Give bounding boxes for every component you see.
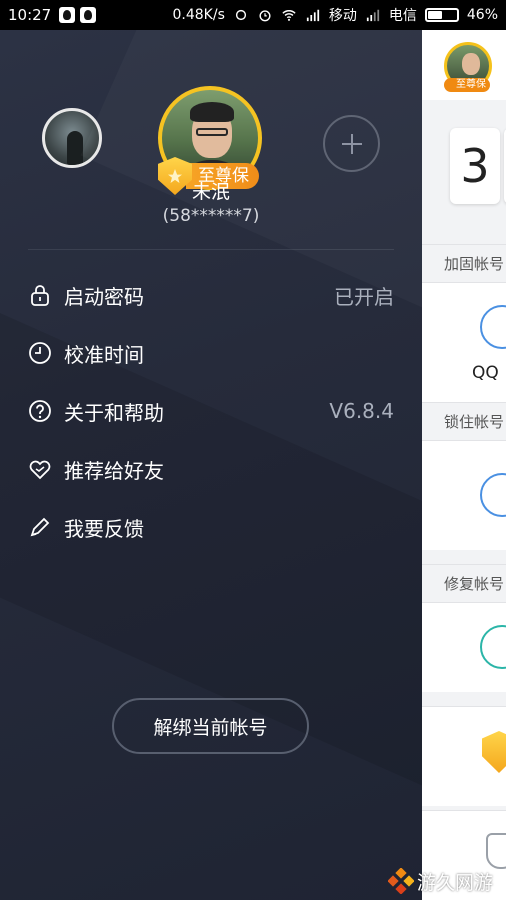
qq-notification-icon [80, 7, 97, 23]
battery-icon [424, 8, 459, 22]
key-icon [480, 625, 506, 669]
crown-shield-icon [158, 157, 192, 195]
menu-item-calibrate-time[interactable]: 校准时间 [0, 324, 422, 382]
alarm-icon [259, 10, 271, 22]
side-drawer: 至尊保 未泯 (58******7) 启动密码 已开启 校准时间 关于和帮助 V… [0, 30, 422, 900]
vip-row[interactable] [422, 706, 506, 806]
token-card: 3 [422, 100, 506, 290]
add-account-button[interactable] [323, 115, 380, 172]
username: 未泯 [191, 181, 230, 203]
carrier-mobile: 移动 [328, 8, 357, 24]
account-number: (58******7) [162, 206, 260, 226]
menu-item-recommend[interactable]: 推荐给好友 [0, 440, 422, 498]
drawer-menu: 启动密码 已开启 校准时间 关于和帮助 V6.8.4 推荐给好友 我要反馈 [0, 266, 422, 556]
token-digit: 3 [450, 128, 500, 204]
menu-item-feedback[interactable]: 我要反馈 [0, 498, 422, 556]
heart-icon [28, 457, 52, 481]
status-right: 0.48K/s 移动 电信 46% [173, 5, 499, 25]
menu-item-label: 关于和帮助 [64, 400, 164, 425]
lock-icon [28, 283, 52, 307]
secondary-account-avatar[interactable] [42, 108, 102, 168]
unbind-account-button[interactable]: 解绑当前帐号 [112, 698, 309, 754]
clock-icon [28, 341, 52, 365]
battery-percent: 46% [466, 7, 498, 23]
menu-item-label: 启动密码 [64, 284, 144, 309]
status-time: 10:27 [8, 6, 52, 24]
help-icon [28, 399, 52, 423]
signal-3g-icon [366, 9, 379, 22]
lock-account-row[interactable] [422, 440, 506, 550]
menu-item-value: 已开启 [334, 284, 394, 309]
section-header: 修复帐号 [422, 564, 506, 602]
menu-item-about-help[interactable]: 关于和帮助 V6.8.4 [0, 382, 422, 440]
repair-account-row[interactable] [422, 602, 506, 692]
plus-icon [341, 133, 362, 154]
qq-label: QQ [472, 363, 499, 383]
network-speed: 0.48K/s [172, 7, 225, 23]
section-header: 加固帐号 [422, 244, 506, 282]
menu-item-label: 我要反馈 [64, 516, 144, 541]
divider [28, 249, 394, 250]
background-page: 至尊保 3 加固帐号 QQ 锁住帐号 修复帐号 [422, 30, 506, 900]
vip-badge-label: 至尊保 [186, 163, 259, 189]
status-bar: 10:27 0.48K/s 移动 电信 46% [0, 0, 506, 30]
wifi-icon [282, 10, 296, 21]
section-header: 锁住帐号 [422, 402, 506, 440]
vip-badge: 至尊保 [158, 157, 259, 195]
menu-item-value: V6.8.4 [329, 399, 394, 423]
menu-item-label: 推荐给好友 [64, 458, 164, 483]
sync-icon [235, 9, 246, 21]
secure-account-row[interactable]: QQ [422, 282, 506, 402]
qq-icon [480, 305, 506, 349]
mask-icon [486, 833, 506, 869]
menu-item-startup-password[interactable]: 启动密码 已开启 [0, 266, 422, 324]
pencil-icon [28, 515, 52, 539]
watermark-logo-icon [388, 868, 414, 894]
carrier-telecom: 电信 [388, 8, 417, 24]
shield-icon [482, 731, 506, 773]
qq-notification-icon [59, 7, 76, 23]
menu-item-label: 校准时间 [64, 342, 144, 367]
user-icon [480, 473, 506, 517]
signal-icon [306, 9, 319, 22]
bg-vip-badge: 至尊保 [444, 78, 490, 92]
watermark: 游久网游 [388, 866, 493, 896]
bg-header: 至尊保 [422, 30, 506, 100]
watermark-text: 游久网游 [417, 871, 494, 894]
